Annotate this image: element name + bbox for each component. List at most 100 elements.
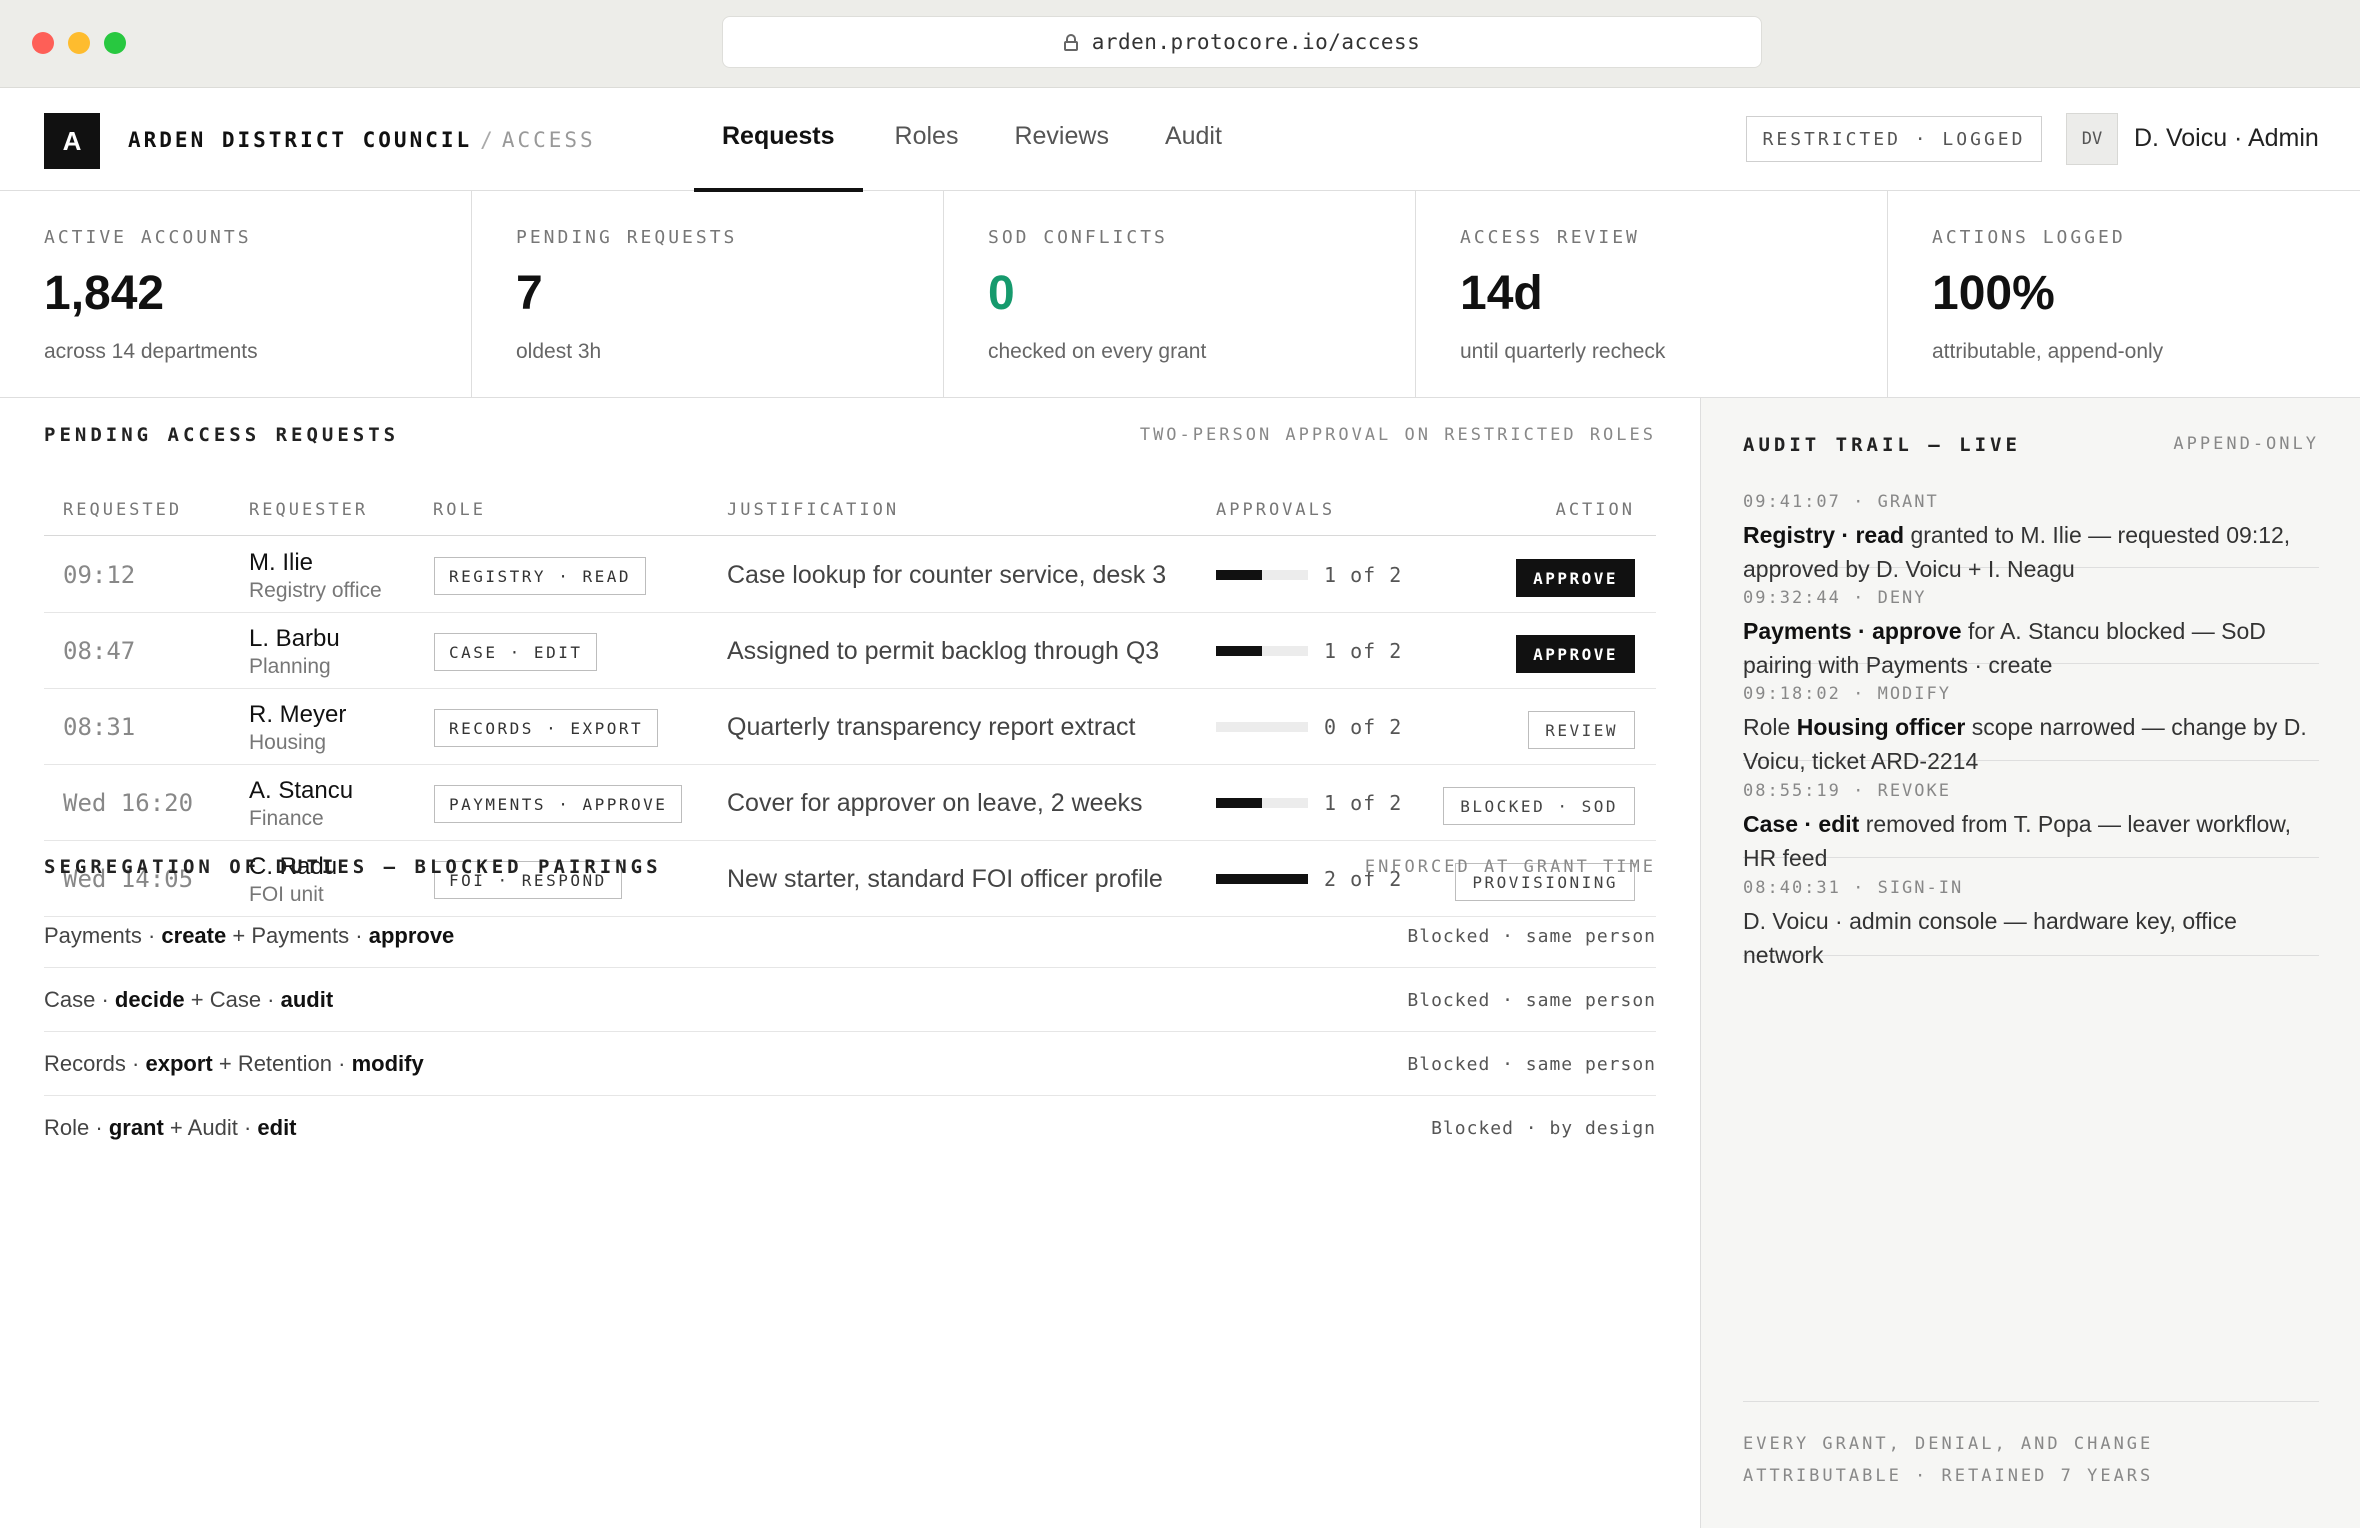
tab-reviews[interactable]: Reviews	[986, 88, 1136, 191]
sod-permission: modify	[351, 1051, 424, 1076]
approvals-progress-bar	[1216, 722, 1308, 732]
sod-group: Audit	[187, 1115, 238, 1140]
approvals-progress-fill	[1216, 798, 1262, 808]
table-row: 08:31 R. Meyer Housing RECORDS · EXPORT Quar…	[44, 689, 1656, 765]
audit-entry-subject: Housing officer	[1796, 714, 1966, 740]
sod-pairing: Case · decide + Case · audit	[44, 987, 334, 1012]
requester-department: Housing	[249, 731, 327, 754]
sod-note: ENFORCED AT GRANT TIME	[1364, 857, 1656, 877]
audit-footer: EVERY GRANT, DENIAL, AND CHANGE ATTRIBUT…	[1743, 1401, 2319, 1492]
audit-entry: 09:18:02 · MODIFY Role Housing officer sc…	[1743, 664, 2319, 774]
action-button[interactable]: REVIEW	[1528, 711, 1635, 749]
sod-permission: approve	[368, 923, 455, 948]
stat-value: 100%	[1932, 267, 2055, 320]
council-logo[interactable]: A	[44, 113, 100, 169]
address-bar[interactable]: arden.protocore.io/access	[722, 16, 1762, 68]
sod-group: Case	[44, 987, 96, 1012]
col-role: ROLE	[433, 500, 486, 520]
sod-pairing: Role · grant + Audit · edit	[44, 1115, 297, 1140]
app-header: A ARDEN DISTRICT COUNCIL / ACCESS Requests…	[0, 88, 2360, 192]
stat-label: ACTIVE ACCOUNTS	[44, 227, 252, 248]
sod-group: Retention	[237, 1051, 332, 1076]
close-window-button[interactable]	[32, 32, 54, 54]
stat-subtext: oldest 3h	[516, 340, 602, 363]
col-approvals: APPROVALS	[1216, 500, 1336, 520]
audit-entry: 08:40:31 · SIGN-IN D. Voicu · admin conso…	[1743, 858, 2319, 968]
main-content: PENDING ACCESS REQUESTS TWO-PERSON APPRO…	[0, 398, 1700, 1528]
role-tag: REGISTRY · READ	[434, 557, 646, 595]
stat-subtext: until quarterly recheck	[1460, 340, 1666, 363]
approvals-count: 1 of 2	[1324, 639, 1403, 663]
audit-footer-line: EVERY GRANT, DENIAL, AND CHANGE	[1743, 1434, 2154, 1454]
sod-group: Records	[44, 1051, 126, 1076]
stat-label: PENDING REQUESTS	[516, 227, 738, 248]
maximize-window-button[interactable]	[104, 32, 126, 54]
audit-entry-text: D. Voicu · admin console — hardware key,…	[1743, 904, 2319, 972]
sod-pairing-row: Role · grant + Audit · edit Blocked · by …	[44, 1096, 1656, 1160]
requester-name: M. Ilie	[249, 549, 314, 576]
sod-status: Blocked · same person	[1407, 926, 1656, 947]
request-time: 08:47	[63, 637, 136, 665]
sod-permission: export	[145, 1051, 213, 1076]
sod-permission: edit	[257, 1115, 297, 1140]
minimize-window-button[interactable]	[68, 32, 90, 54]
audit-entry: 08:55:19 · REVOKE Case · edit removed fro…	[1743, 761, 2319, 871]
approvals-progress-bar	[1216, 798, 1308, 808]
audit-header: AUDIT TRAIL — LIVE APPEND-ONLY	[1743, 434, 2319, 456]
stat-value: 14d	[1460, 267, 1543, 320]
requester-name: A. Stancu	[249, 777, 354, 804]
stat-card: SOD CONFLICTS 0 checked on every grant	[944, 191, 1416, 397]
audit-entry-meta: 08:55:19 · REVOKE	[1743, 781, 1951, 801]
justification: Cover for approver on leave, 2 weeks	[727, 789, 1143, 817]
stats-strip: ACTIVE ACCOUNTS 1,842 across 14 department…	[0, 191, 2360, 398]
stat-label: SOD CONFLICTS	[988, 227, 1168, 248]
table-row: 08:47 L. Barbu Planning CASE · EDIT Assigned…	[44, 613, 1656, 689]
tab-roles[interactable]: Roles	[863, 88, 987, 191]
avatar[interactable]: DV	[2066, 113, 2118, 165]
audit-entry: 09:32:44 · DENY Payments · approve for A.…	[1743, 568, 2319, 678]
justification: Quarterly transparency report extract	[727, 713, 1136, 741]
breadcrumb-separator: /	[480, 128, 496, 152]
action-button[interactable]: BLOCKED · SOD	[1443, 787, 1635, 825]
request-time: 09:12	[63, 561, 136, 589]
tab-audit[interactable]: Audit	[1137, 88, 1250, 191]
sod-group: Payments	[251, 923, 350, 948]
col-requester: REQUESTER	[249, 500, 369, 520]
sod-title: SEGREGATION OF DUTIES — BLOCKED PAIRINGS	[44, 856, 662, 878]
approvals-count: 1 of 2	[1324, 563, 1403, 587]
sod-group: Payments	[44, 923, 142, 948]
sod-pairing: Payments · create + Payments · approve	[44, 923, 455, 948]
action-button[interactable]: APPROVE	[1516, 559, 1635, 597]
sod-section-header: SEGREGATION OF DUTIES — BLOCKED PAIRINGS…	[44, 856, 1656, 878]
audit-entry-meta: 08:40:31 · SIGN-IN	[1743, 878, 1964, 898]
audit-entry-meta: 09:18:02 · MODIFY	[1743, 684, 1951, 704]
audit-title: AUDIT TRAIL — LIVE	[1743, 434, 2021, 456]
audit-entry: 09:41:07 · GRANT Registry · read granted …	[1743, 472, 2319, 582]
requester-department: Planning	[249, 655, 331, 678]
user-menu[interactable]: D. Voicu · Admin	[2134, 124, 2319, 153]
tab-requests[interactable]: Requests	[694, 88, 863, 192]
request-time: Wed 16:20	[63, 789, 194, 817]
main-nav: Requests Roles Reviews Audit	[694, 88, 1250, 192]
stat-card: ACTIONS LOGGED 100% attributable, append-o…	[1888, 191, 2360, 397]
role-tag: RECORDS · EXPORT	[434, 709, 659, 747]
table-row: 09:12 M. Ilie Registry office REGISTRY · RE…	[44, 537, 1656, 613]
audit-footer-line: ATTRIBUTABLE · RETAINED 7 YEARS	[1743, 1466, 2154, 1486]
requester-department: Finance	[249, 807, 324, 830]
stat-card: PENDING REQUESTS 7 oldest 3h	[472, 191, 944, 397]
audit-entry-subject: Payments · approve	[1743, 618, 1962, 644]
audit-entry-detail: Role	[1743, 714, 1797, 740]
role-tag: CASE · EDIT	[434, 633, 598, 671]
sod-group: Role	[44, 1115, 90, 1140]
approvals-progress-fill	[1216, 570, 1262, 580]
action-button[interactable]: APPROVE	[1516, 635, 1635, 673]
restricted-mode-badge: RESTRICTED · LOGGED	[1746, 116, 2042, 162]
col-requested: REQUESTED	[63, 500, 183, 520]
audit-panel: AUDIT TRAIL — LIVE APPEND-ONLY 09:41:07 …	[1700, 398, 2360, 1528]
approvals-progress-bar	[1216, 646, 1308, 656]
justification: Case lookup for counter service, desk 3	[727, 561, 1167, 589]
app-window: A ARDEN DISTRICT COUNCIL / ACCESS Requests…	[0, 88, 2360, 1528]
justification: Assigned to permit backlog through Q3	[727, 637, 1160, 665]
requests-note: TWO-PERSON APPROVAL ON RESTRICTED ROLES	[1139, 425, 1656, 445]
requester-department: Registry office	[249, 579, 382, 602]
